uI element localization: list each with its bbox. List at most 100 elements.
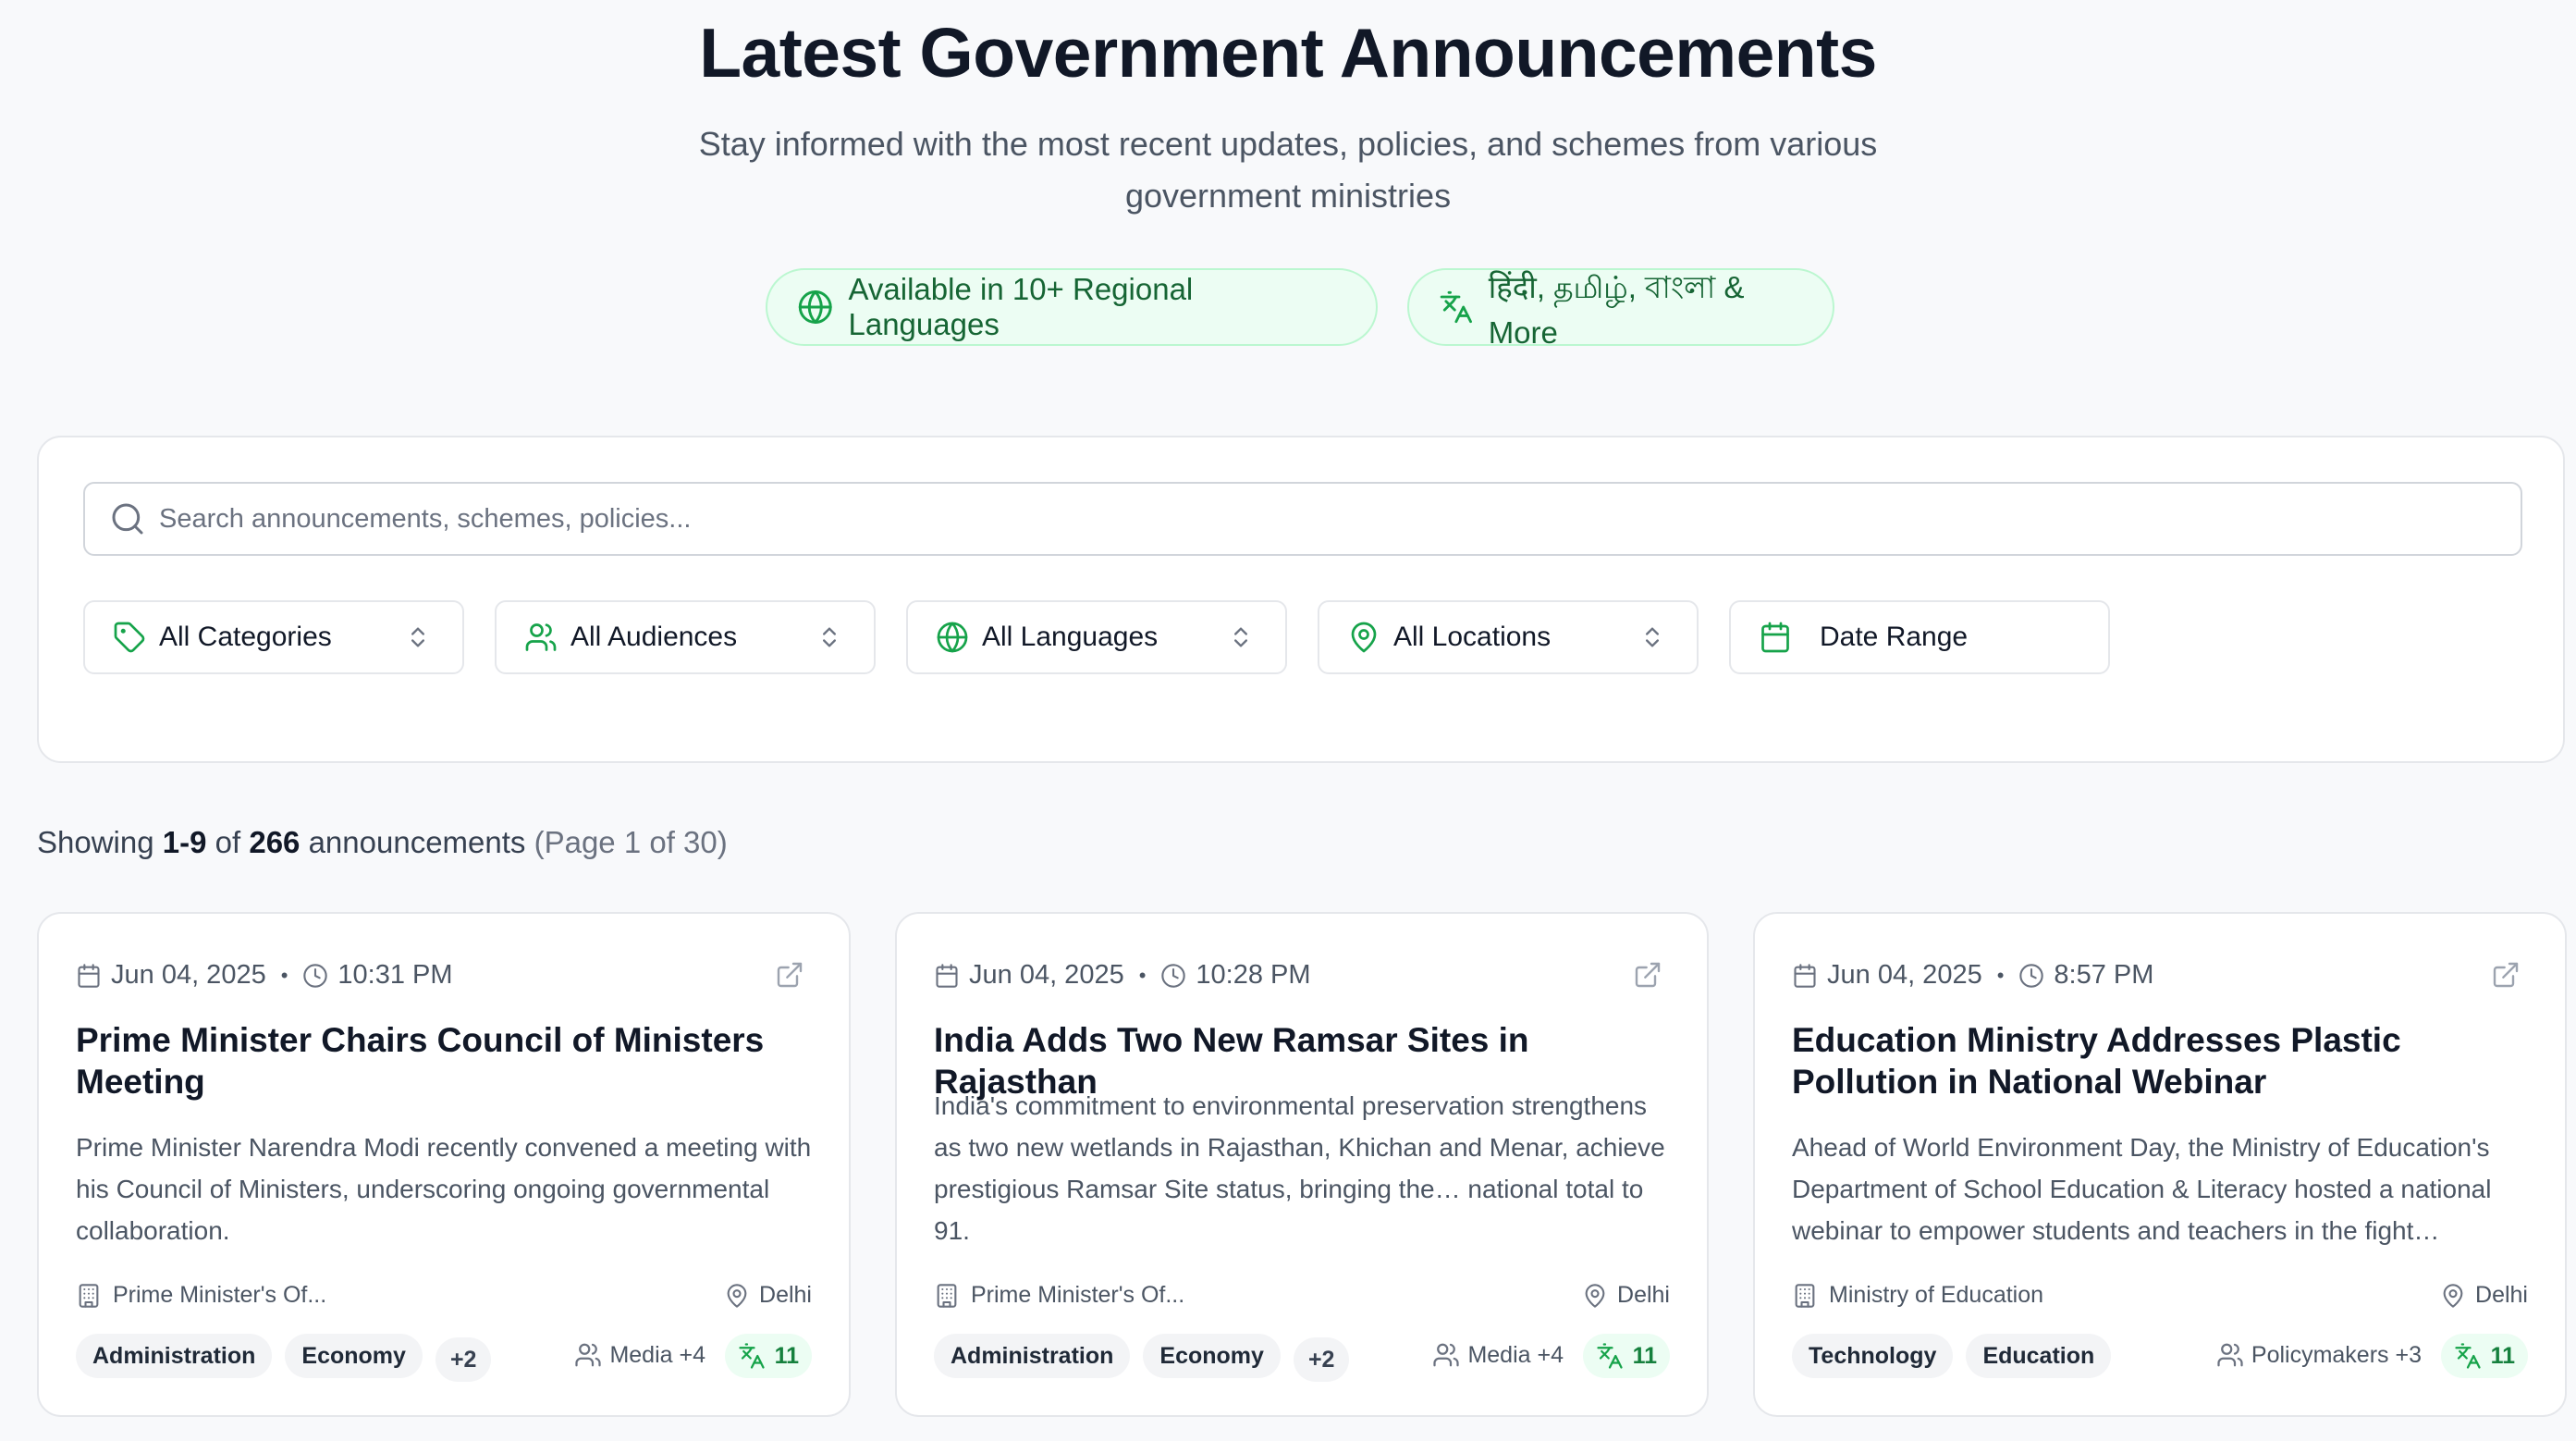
results-noun: announcements xyxy=(308,825,526,859)
external-link-icon[interactable] xyxy=(775,960,804,990)
announcement-card[interactable]: Jun 04, 2025 • 10:31 PM Prime Minister C… xyxy=(37,912,851,1417)
users-icon xyxy=(1433,1343,1460,1367)
chevrons-up-down-icon xyxy=(1646,627,1659,647)
card-location-label: Delhi xyxy=(1617,1282,1670,1308)
card-tags: Technology Education xyxy=(1792,1334,2112,1378)
language-select-label: All Languages xyxy=(982,622,1159,652)
announcement-card[interactable]: Jun 04, 2025 • 10:28 PM India Adds Two N… xyxy=(895,912,1709,1417)
language-count: 11 xyxy=(2490,1342,2515,1369)
card-ministry-label: Prime Minister's Of... xyxy=(113,1282,327,1308)
language-count-badge: 11 xyxy=(724,1334,812,1378)
chevrons-up-down-icon xyxy=(823,627,836,647)
meta-separator: • xyxy=(280,963,288,987)
card-tags: Administration Economy +2 xyxy=(934,1334,1350,1382)
more-tags-badge[interactable]: +2 xyxy=(1293,1337,1350,1382)
results-range: 1-9 xyxy=(162,825,207,859)
badge-label: Available in 10+ Regional Languages xyxy=(848,272,1194,341)
location-select[interactable]: All Locations xyxy=(1318,600,1699,674)
language-select[interactable]: All Languages xyxy=(906,600,1287,674)
calendar-icon xyxy=(936,963,958,988)
card-time: 8:57 PM xyxy=(2054,960,2154,990)
external-link-icon[interactable] xyxy=(2491,960,2521,990)
category-tag[interactable]: Economy xyxy=(285,1334,423,1378)
card-location-label: Delhi xyxy=(759,1282,812,1308)
translate-icon xyxy=(738,1343,765,1369)
card-audience-label: Media +4 xyxy=(609,1341,705,1368)
card-time: 10:31 PM xyxy=(337,960,453,990)
category-tag[interactable]: Technology xyxy=(1792,1334,1954,1378)
calendar-icon xyxy=(1794,963,1816,988)
translate-icon xyxy=(2454,1343,2481,1369)
clock-icon xyxy=(303,963,328,988)
card-title[interactable]: Education Ministry Addresses Plastic Pol… xyxy=(1792,1019,2532,1102)
results-of: of xyxy=(215,825,241,859)
card-meta: Jun 04, 2025 • 10:28 PM xyxy=(934,960,1311,991)
card-location-label: Delhi xyxy=(2475,1282,2528,1308)
category-tag[interactable]: Economy xyxy=(1143,1334,1281,1378)
date-range-picker[interactable]: Date Range xyxy=(1729,600,2110,674)
search-icon xyxy=(112,503,143,535)
location-select-label: All Locations xyxy=(1393,622,1552,652)
card-meta: Jun 04, 2025 • 8:57 PM xyxy=(1792,960,2153,991)
results-prefix: Showing xyxy=(37,825,154,859)
category-select-label: All Categories xyxy=(159,622,332,652)
card-description: Ahead of World Environment Day, the Mini… xyxy=(1792,1133,2492,1245)
date-range-label: Date Range xyxy=(1820,622,1969,652)
category-tag[interactable]: Administration xyxy=(76,1334,273,1378)
card-location: Delhi xyxy=(2440,1282,2528,1309)
card-title[interactable]: Prime Minister Chairs Council of Ministe… xyxy=(76,1019,816,1102)
translate-icon xyxy=(1596,1343,1623,1369)
translate-icon xyxy=(1440,290,1472,324)
language-count-badge: 11 xyxy=(2440,1334,2528,1378)
results-summary: Showing 1-9 of 266 announcements (Page 1… xyxy=(37,825,728,860)
building-icon xyxy=(79,1283,99,1308)
external-link-icon[interactable] xyxy=(1633,960,1662,990)
card-time: 10:28 PM xyxy=(1196,960,1311,990)
card-audience: Policymakers +3 xyxy=(2216,1341,2422,1369)
users-icon xyxy=(575,1343,602,1367)
announcement-card[interactable]: Jun 04, 2025 • 8:57 PM Education Ministr… xyxy=(1753,912,2567,1417)
card-ministry-label: Ministry of Education xyxy=(1829,1282,2044,1308)
languages-list-badge: हिंदी, தமிழ், বাংলা & More xyxy=(1407,268,1834,350)
regional-languages-badge: Available in 10+ Regional Languages xyxy=(766,268,1378,346)
meta-separator: • xyxy=(1138,963,1147,987)
card-location: Delhi xyxy=(724,1282,812,1309)
chevrons-up-down-icon xyxy=(411,627,424,647)
category-select[interactable]: All Categories xyxy=(83,600,464,674)
calendar-icon xyxy=(78,963,100,988)
card-description: India's commitment to environmental pres… xyxy=(934,1091,1665,1245)
more-tags-badge[interactable]: +2 xyxy=(435,1337,492,1382)
card-audience-label: Media +4 xyxy=(1467,1341,1564,1368)
search-input[interactable] xyxy=(159,484,2502,554)
card-ministry-label: Prime Minister's Of... xyxy=(971,1282,1185,1308)
card-ministry: Prime Minister's Of... xyxy=(76,1282,326,1309)
building-icon xyxy=(1795,1283,1815,1308)
audience-select-label: All Audiences xyxy=(570,622,738,652)
clock-icon xyxy=(1161,963,1186,988)
globe-icon xyxy=(937,622,968,653)
card-tags: Administration Economy +2 xyxy=(76,1334,492,1382)
map-pin-icon xyxy=(1351,622,1377,653)
users-icon xyxy=(2217,1343,2243,1367)
card-audience: Media +4 xyxy=(574,1341,705,1369)
card-location: Delhi xyxy=(1582,1282,1670,1309)
card-ministry: Ministry of Education xyxy=(1792,1282,2043,1309)
language-count-badge: 11 xyxy=(1582,1334,1670,1378)
card-ministry: Prime Minister's Of... xyxy=(934,1282,1184,1309)
page-subtitle: Stay informed with the most recent updat… xyxy=(698,125,1878,215)
card-date: Jun 04, 2025 xyxy=(111,960,266,990)
chevrons-up-down-icon xyxy=(1234,627,1247,647)
search-box[interactable] xyxy=(83,482,2522,556)
globe-icon xyxy=(798,290,832,324)
card-date: Jun 04, 2025 xyxy=(1827,960,1982,990)
card-audience: Media +4 xyxy=(1432,1341,1564,1369)
badge-label: हिंदी, தமிழ், বাংলা & More xyxy=(1488,270,1745,350)
map-pin-icon xyxy=(2443,1283,2463,1308)
card-meta: Jun 04, 2025 • 10:31 PM xyxy=(76,960,453,991)
category-tag[interactable]: Administration xyxy=(934,1334,1131,1378)
calendar-icon xyxy=(1761,622,1789,653)
category-tag[interactable]: Education xyxy=(1966,1334,2112,1378)
building-icon xyxy=(937,1283,957,1308)
map-pin-icon xyxy=(1585,1283,1605,1308)
audience-select[interactable]: All Audiences xyxy=(495,600,876,674)
